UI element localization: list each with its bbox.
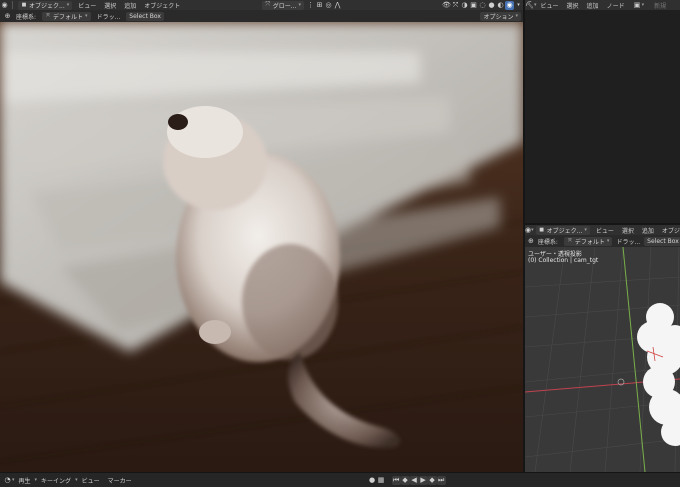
- chevron-down-icon: ▾: [515, 13, 518, 19]
- menu-view[interactable]: ビュー: [537, 1, 563, 10]
- select-box-value: Select Box: [647, 237, 679, 245]
- options-label: オプション: [483, 13, 514, 21]
- options-dropdown[interactable]: オプション ▾: [480, 11, 521, 21]
- snap-icon[interactable]: ⊞: [315, 1, 324, 10]
- select-box-value: Select Box: [129, 12, 161, 20]
- node-editor-type-icon[interactable]: ⛏: [525, 1, 534, 10]
- object-mode-icon: ■: [21, 2, 27, 8]
- view-menu[interactable]: ビュー: [78, 476, 104, 485]
- chevron-down-icon: ▾: [298, 2, 301, 8]
- viewport-3d-canvas[interactable]: ユーザー・透視投影 (0) Collection | cam_tgt: [525, 247, 680, 472]
- viewport-3d-grid: [525, 247, 680, 472]
- viewport-3d-collection-label: (0) Collection | cam_tgt: [528, 257, 599, 264]
- overlays-icon[interactable]: ◑: [460, 1, 469, 10]
- orientation-icon: ⤧: [567, 238, 572, 244]
- header-separator: [12, 1, 13, 9]
- orientation-value: デフォルト: [574, 238, 605, 246]
- menu-add[interactable]: 追加: [120, 1, 140, 10]
- chevron-down-icon: ▾: [85, 13, 88, 19]
- timeline-editor-icon[interactable]: ◔: [3, 476, 12, 485]
- transform-icon[interactable]: ⊕: [3, 12, 12, 21]
- drag-label: ドラッ...: [96, 13, 121, 21]
- menu-add[interactable]: 追加: [583, 1, 603, 10]
- viewport-3d-tool-header: ⊕ 座標系: ⤧ デフォルト ▾ ドラッ... Select Box: [525, 235, 680, 247]
- visibility-icon[interactable]: 👁: [442, 1, 451, 10]
- orientation-label: グロー...: [272, 2, 297, 10]
- transform-orientation-dropdown[interactable]: ⤧ グロー... ▾: [261, 0, 304, 10]
- next-keyframe-icon[interactable]: ◆: [427, 475, 437, 485]
- menu-add[interactable]: 追加: [638, 226, 658, 235]
- auto-keying-options-icon[interactable]: ▦: [377, 476, 386, 485]
- keying-menu[interactable]: キーイング: [37, 476, 75, 485]
- menu-object[interactable]: オブジェクト: [658, 226, 680, 235]
- shading-solid-icon[interactable]: ●: [487, 1, 496, 10]
- object-mode-icon: ■: [539, 227, 544, 233]
- mode-dropdown-label: オブジェク...: [546, 227, 583, 235]
- node-tree-icon[interactable]: ▣: [633, 1, 642, 10]
- node-editor-header: ⛏ ▾ ビュー 選択 追加 ノード ▣ ▾ 新規: [525, 0, 680, 10]
- xray-icon[interactable]: ▣: [469, 1, 478, 10]
- prev-keyframe-icon[interactable]: ◆: [400, 475, 410, 485]
- shading-wireframe-icon[interactable]: ◌: [478, 1, 487, 10]
- drag-label: ドラッ...: [616, 238, 641, 246]
- chevron-down-icon[interactable]: ▾: [514, 1, 523, 10]
- render-image: [0, 22, 523, 472]
- chevron-down-icon: ▾: [641, 2, 645, 8]
- mode-dropdown-label: オブジェク...: [29, 2, 65, 10]
- shading-material-icon[interactable]: ◐: [496, 1, 505, 10]
- select-box-dropdown[interactable]: Select Box: [644, 236, 680, 246]
- menu-view[interactable]: ビュー: [74, 1, 100, 10]
- pivot-icon[interactable]: ⋮: [306, 1, 315, 10]
- orientation-label: 座標系:: [537, 238, 558, 246]
- new-button[interactable]: 新規: [650, 1, 670, 10]
- menu-object[interactable]: オブジェクト: [140, 1, 184, 10]
- chevron-down-icon: ▾: [584, 227, 587, 233]
- main-viewport-header: ◉ ■ オブジェク... ▾ ビュー 選択 追加 オブジェクト ⤧ グロー...…: [0, 0, 523, 10]
- chevron-down-icon: ▾: [66, 2, 70, 8]
- select-box-dropdown[interactable]: Select Box: [126, 11, 164, 21]
- node-editor-canvas[interactable]: [525, 10, 680, 223]
- play-reverse-icon[interactable]: ◀: [409, 475, 419, 485]
- mode-dropdown[interactable]: ■ オブジェク... ▾: [535, 225, 590, 235]
- mode-dropdown[interactable]: ■ オブジェク... ▾: [18, 0, 73, 10]
- editor-type-icon[interactable]: ◉: [0, 1, 9, 10]
- tool-settings-header: ⊕ 座標系: ⤧ デフォルト ▾ ドラッ... Select Box オプション…: [0, 10, 523, 22]
- orientation-icon: ⤧: [265, 1, 271, 8]
- timeline-header: ◔ ▾ 再生 ▾ キーイング ▾ ビュー マーカー ● ▦ ⏮ ◆ ◀ ▶ ◆ …: [0, 472, 680, 487]
- record-icon[interactable]: ●: [368, 476, 377, 485]
- jump-end-icon[interactable]: ⏭: [436, 475, 446, 485]
- jump-start-icon[interactable]: ⏮: [391, 475, 401, 485]
- rendered-viewport[interactable]: [0, 22, 523, 472]
- menu-node[interactable]: ノード: [603, 1, 629, 10]
- chevron-down-icon: ▾: [606, 238, 610, 244]
- orientation-icon: ⤧: [46, 13, 51, 19]
- orientation-value: デフォルト: [53, 13, 84, 21]
- orientation-dropdown[interactable]: ⤧ デフォルト ▾: [563, 236, 613, 246]
- chevron-down-icon: ▾: [531, 227, 534, 233]
- playback-menu[interactable]: 再生: [15, 476, 35, 485]
- shading-rendered-icon[interactable]: ◉: [505, 0, 514, 10]
- marker-menu[interactable]: マーカー: [104, 476, 136, 485]
- menu-view[interactable]: ビュー: [592, 226, 618, 235]
- falloff-icon[interactable]: ⋀: [333, 1, 342, 10]
- orientation-label: 座標系:: [16, 13, 37, 21]
- menu-select[interactable]: 選択: [100, 1, 120, 10]
- gizmo-icon[interactable]: ⤧: [451, 1, 460, 10]
- proportional-editing-icon[interactable]: ◎: [324, 1, 333, 10]
- play-icon[interactable]: ▶: [418, 475, 428, 485]
- viewport-3d-header: ◉ ▾ ■ オブジェク... ▾ ビュー 選択 追加 オブジェクト: [525, 225, 680, 235]
- menu-select[interactable]: 選択: [618, 226, 638, 235]
- menu-select[interactable]: 選択: [563, 1, 583, 10]
- orientation-dropdown[interactable]: ⤧ デフォルト ▾: [42, 11, 91, 21]
